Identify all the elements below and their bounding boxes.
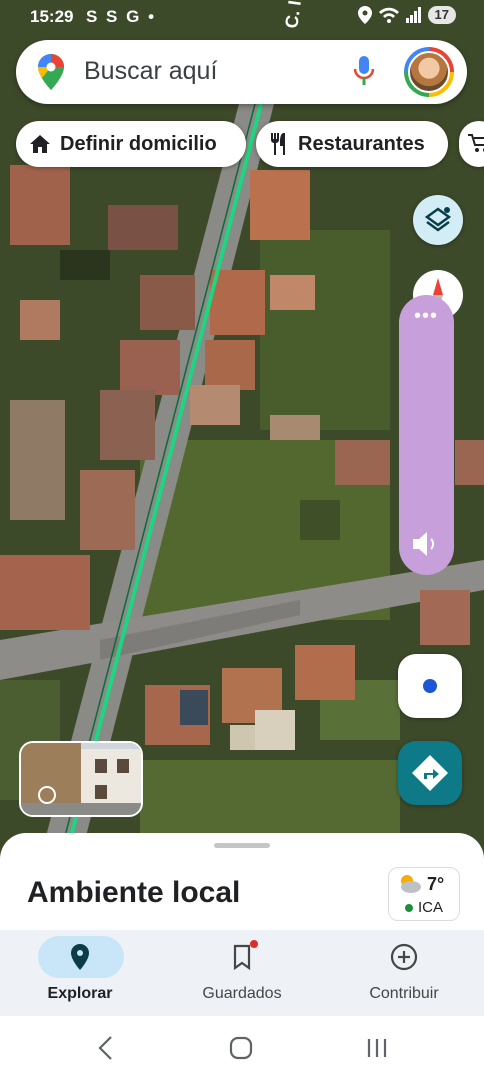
status-icons: 17: [357, 6, 456, 24]
home-nav-icon[interactable]: [228, 1034, 254, 1062]
my-location-icon: [423, 679, 437, 693]
street-view-thumbnail[interactable]: [19, 741, 143, 817]
saved-notification-dot: [250, 940, 258, 948]
maps-pin-icon: [38, 54, 64, 90]
weather-temperature: 7°: [427, 874, 445, 894]
home-icon: [30, 135, 50, 153]
set-home-label: Definir domicilio: [60, 132, 217, 155]
bottom-nav: Explorar Guardados Contribuir: [0, 930, 484, 1016]
sheet-title: Ambiente local: [27, 876, 241, 909]
air-quality-label: ICA: [418, 899, 444, 916]
avatar-photo: [408, 51, 450, 93]
volume-icon: [413, 532, 435, 556]
status-bar: 15:29 S S G • 17: [0, 0, 484, 34]
set-home-chip[interactable]: Definir domicilio: [16, 121, 246, 167]
restaurants-chip[interactable]: Restaurantes: [256, 121, 448, 167]
back-icon[interactable]: [96, 1034, 116, 1062]
restaurants-label: Restaurantes: [298, 132, 425, 155]
my-location-button[interactable]: [398, 654, 462, 718]
add-circle-icon: [390, 943, 418, 971]
layers-icon: [424, 207, 452, 232]
partly-cloudy-icon: [401, 875, 421, 893]
status-time: 15:29: [30, 7, 74, 26]
street-view-image: [21, 743, 141, 815]
volume-slider[interactable]: •••: [399, 295, 454, 575]
nav-saved-label: Guardados: [202, 985, 282, 1002]
cart-icon: [468, 134, 484, 152]
explore-icon: [71, 944, 89, 970]
battery-level: 17: [427, 6, 456, 24]
layers-button[interactable]: [413, 195, 463, 245]
nav-contribute[interactable]: Contribuir: [324, 930, 484, 1016]
wifi-icon: [378, 7, 399, 23]
location-status-icon: [357, 6, 372, 24]
system-nav-bar: [0, 1016, 484, 1080]
signal-icon: [405, 7, 421, 23]
avatar[interactable]: [404, 47, 454, 97]
restaurant-icon: [271, 133, 285, 155]
weather-widget[interactable]: 7° ICA: [388, 867, 460, 921]
directions-icon: [412, 755, 448, 791]
mic-icon[interactable]: [354, 56, 374, 86]
sheet-handle[interactable]: [214, 843, 270, 848]
nav-saved[interactable]: Guardados: [162, 930, 322, 1016]
nav-explore-label: Explorar: [47, 985, 113, 1002]
nav-contribute-label: Contribuir: [369, 985, 439, 1002]
nav-explore[interactable]: Explorar: [0, 930, 160, 1016]
directions-button[interactable]: [398, 741, 462, 805]
air-quality-dot: [405, 904, 413, 912]
search-input[interactable]: Buscar aquí: [84, 57, 217, 86]
recents-icon[interactable]: [364, 1034, 390, 1062]
more-options-icon[interactable]: •••: [414, 305, 438, 328]
search-bar[interactable]: Buscar aquí: [16, 40, 467, 104]
status-notifications: S S G •: [86, 7, 157, 26]
